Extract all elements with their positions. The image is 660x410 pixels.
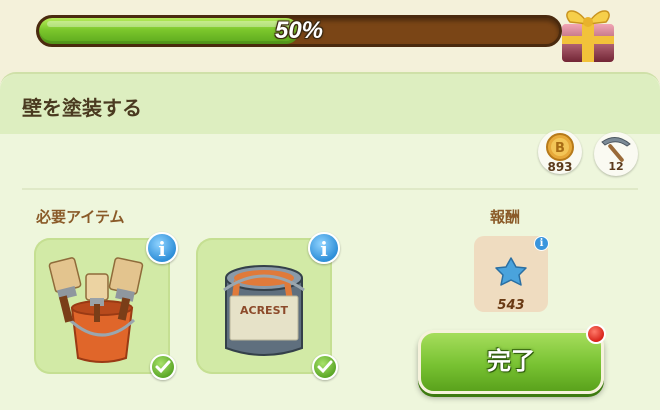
reward-info-button[interactable]: i (534, 236, 549, 251)
complete-button[interactable]: 完了 (418, 330, 604, 394)
item-info-button[interactable]: i (146, 232, 178, 264)
divider (22, 188, 638, 190)
item-info-button[interactable]: i (308, 232, 340, 264)
pickaxe-count: 12 (608, 160, 624, 173)
task-title: 壁を塗装する (22, 96, 142, 120)
pickaxe-resource: 12 (594, 132, 638, 176)
task-header: 壁を塗装する (0, 74, 660, 134)
task-panel: 壁を塗装する B 893 12 必要アイテム 報酬 i ACREST i i 5… (0, 72, 660, 410)
svg-text:ACREST: ACREST (240, 304, 288, 317)
required-items-label: 必要アイテム (36, 208, 125, 226)
notification-dot (586, 324, 606, 344)
progress-label: 50% (274, 17, 324, 44)
top-bar: 50% (0, 0, 660, 70)
reward-amount: 543 (497, 298, 525, 313)
item-complete-check-icon (312, 354, 338, 380)
svg-text:B: B (555, 141, 565, 156)
reward-label: 報酬 (490, 208, 521, 226)
item-complete-check-icon (150, 354, 176, 380)
gift-box-icon[interactable] (558, 0, 618, 64)
coin-count: 893 (547, 160, 573, 174)
coin-resource: B 893 (538, 130, 582, 174)
